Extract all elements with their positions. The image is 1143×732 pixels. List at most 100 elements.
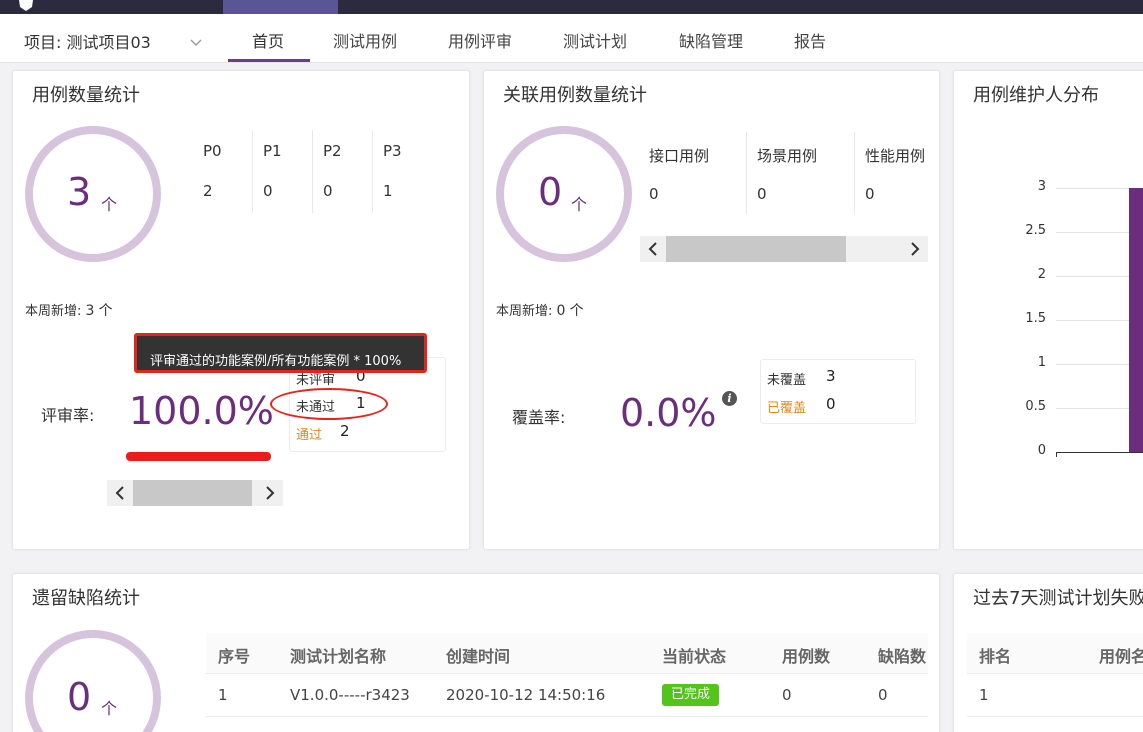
gridline	[1056, 452, 1143, 453]
divider	[252, 130, 253, 213]
col-defect-count[interactable]: 缺陷数	[878, 643, 928, 667]
col-created-time[interactable]: 创建时间	[446, 643, 510, 667]
scrollbar-thumb[interactable]	[133, 480, 252, 506]
week-new-value: 3	[85, 303, 95, 319]
week-new-label: 本周新增:	[25, 304, 82, 319]
annotation-underline	[126, 452, 271, 461]
y-tick-label: 2.5	[1025, 223, 1046, 238]
tab-home[interactable]: 首页	[252, 28, 284, 62]
scrollbar-thumb[interactable]	[666, 236, 846, 262]
brand-logo[interactable]	[0, 0, 175, 14]
case-count-ring	[25, 126, 161, 262]
divider	[967, 673, 1143, 674]
info-icon[interactable]: i	[722, 391, 737, 406]
week-new-unit: 个	[569, 303, 584, 319]
tab-report[interactable]: 报告	[794, 28, 826, 62]
project-selector[interactable]: 项目: 测试项目03	[24, 29, 151, 53]
row-index: 1	[218, 686, 228, 704]
week-new-stat: 本周新增: 3 个	[25, 300, 113, 320]
defect-count-unit: 个	[101, 699, 118, 718]
case-count-value: 3	[67, 170, 92, 214]
y-tick-label: 1.5	[1025, 311, 1046, 326]
priority-scrollbar[interactable]	[107, 480, 283, 506]
project-label: 项目: 测试项目03	[24, 33, 151, 52]
y-tick-label: 0.5	[1025, 399, 1046, 414]
col-case-count[interactable]: 用例数	[782, 643, 830, 667]
card-title: 遗留缺陷统计	[32, 588, 140, 609]
related-count-value: 0	[538, 170, 563, 214]
priority-value-p3: 1	[383, 182, 393, 200]
defect-count-value: 0	[67, 675, 92, 719]
col-rank[interactable]: 排名	[979, 643, 1011, 667]
row-case-count: 0	[782, 686, 792, 704]
related-count-ring	[496, 126, 632, 262]
priority-header-p0: P0	[203, 142, 222, 160]
divider	[206, 673, 928, 674]
review-rate-label: 评审率:	[41, 406, 95, 425]
chevron-down-icon[interactable]	[190, 32, 202, 46]
tab-defect-management[interactable]: 缺陷管理	[679, 28, 743, 62]
tab-test-cases[interactable]: 测试用例	[333, 28, 397, 62]
row-created-time: 2020-10-12 14:50:16	[446, 686, 606, 704]
coverage-rate-label: 覆盖率:	[512, 408, 566, 427]
type-header-api: 接口用例	[649, 147, 710, 165]
priority-value-p1: 0	[263, 182, 273, 200]
row-plan-name[interactable]: V1.0.0-----r3423	[290, 686, 410, 704]
col-index[interactable]: 序号	[218, 643, 250, 667]
type-header-scenario: 场景用例	[757, 147, 818, 165]
type-header-performance: 性能用例	[865, 147, 926, 165]
card-title: 用例维护人分布	[973, 85, 1099, 106]
col-case-name[interactable]: 用例名	[1099, 643, 1143, 667]
week-new-stat: 本周新增: 0 个	[496, 300, 584, 320]
card-title: 关联用例数量统计	[503, 85, 647, 106]
type-value-api: 0	[649, 185, 659, 203]
y-tick-label: 2	[1037, 267, 1046, 282]
review-rate-value[interactable]: 100.0%	[129, 389, 274, 433]
case-count-unit: 个	[101, 195, 118, 214]
card-title: 过去7天测试计划失败	[973, 588, 1143, 609]
priority-value-p0: 2	[203, 182, 213, 200]
divider	[746, 132, 747, 214]
priority-value-p2: 0	[323, 182, 333, 200]
tab-case-review[interactable]: 用例评审	[448, 28, 512, 62]
tab-test-plan[interactable]: 测试计划	[563, 28, 627, 62]
priority-header-p3: P3	[383, 142, 402, 160]
bar[interactable]	[1129, 188, 1143, 452]
card-title: 用例数量统计	[32, 85, 140, 106]
divider	[206, 716, 928, 717]
top-active-segment[interactable]	[223, 0, 338, 14]
chevron-left-icon[interactable]	[113, 485, 127, 501]
chevron-left-icon[interactable]	[646, 241, 660, 257]
chevron-right-icon[interactable]	[263, 485, 277, 501]
top-bar	[0, 0, 1143, 14]
col-status[interactable]: 当前状态	[662, 643, 726, 667]
row-defect-count: 0	[878, 686, 888, 704]
type-scrollbar[interactable]	[640, 236, 928, 262]
divider	[312, 130, 313, 213]
priority-header-p1: P1	[263, 142, 282, 160]
y-tick-label: 0	[1037, 443, 1046, 458]
row-rank: 1	[979, 686, 989, 704]
maintainer-card: 用例维护人分布	[953, 70, 1143, 550]
type-value-performance: 0	[865, 185, 875, 203]
coverage-rate-value[interactable]: 0.0%	[620, 391, 717, 435]
divider	[372, 130, 373, 213]
week-new-unit: 个	[98, 303, 113, 319]
annotation-ellipse	[270, 388, 388, 420]
shield-logo-icon	[18, 0, 34, 11]
status-badge: 已完成	[662, 684, 719, 706]
chevron-right-icon[interactable]	[908, 241, 922, 257]
col-plan-name[interactable]: 测试计划名称	[290, 643, 386, 667]
legend-item-covered[interactable]: 已覆盖 0	[767, 395, 887, 416]
divider	[967, 716, 1143, 717]
x-axis-tick	[1056, 452, 1057, 457]
legend-item-passed[interactable]: 通过 2	[296, 422, 416, 443]
nav-bar: 项目: 测试项目03 首页 测试用例 用例评审 测试计划 缺陷管理 报告	[0, 14, 1143, 63]
week-new-label: 本周新增:	[496, 304, 553, 319]
type-value-scenario: 0	[757, 185, 767, 203]
y-tick-label: 3	[1037, 179, 1046, 194]
related-count-unit: 个	[571, 195, 588, 214]
legend-item-uncovered[interactable]: 未覆盖 3	[767, 367, 887, 388]
active-tab-indicator	[228, 59, 310, 62]
divider	[854, 132, 855, 214]
